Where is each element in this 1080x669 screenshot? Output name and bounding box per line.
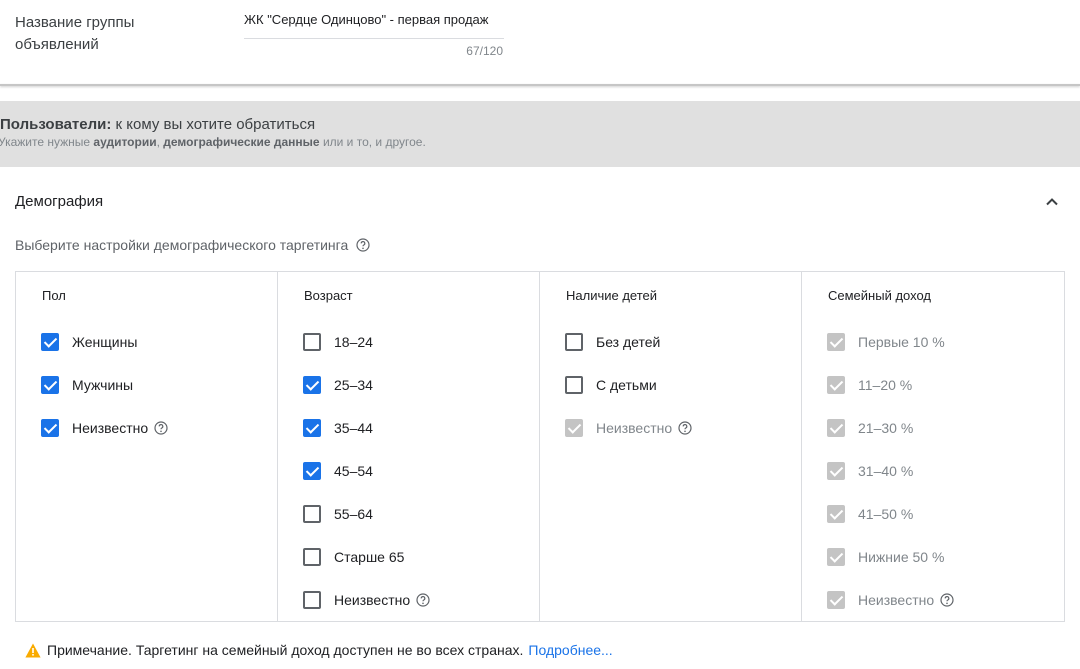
checkbox-checked <box>827 591 845 609</box>
column-age: Возраст 18–24 25–34 35–44 45–54 55–64 Старше 6… <box>278 272 540 621</box>
option-label: Мужчины <box>72 377 134 393</box>
checkbox-checked <box>565 419 583 437</box>
checkbox-unchecked[interactable] <box>565 333 583 351</box>
option-label: 41–50 % <box>858 506 914 522</box>
checkbox-option[interactable]: 35–44 <box>303 417 373 439</box>
users-title: Пользователи: к кому вы хотите обратитьс… <box>0 116 315 133</box>
checkbox-option[interactable]: 45–54 <box>303 460 373 482</box>
option-label: 18–24 <box>334 334 373 350</box>
option-label: 35–44 <box>334 420 373 436</box>
checkbox-unchecked[interactable] <box>303 591 321 609</box>
users-sub-pre: Укажите нужные <box>0 135 94 149</box>
option-label: Первые 10 % <box>858 334 945 350</box>
option-label: Женщины <box>72 334 138 350</box>
users-subtitle: Укажите нужные аудитории, демографически… <box>0 135 426 149</box>
checkbox-checked[interactable] <box>303 376 321 394</box>
learn-more-link[interactable]: Подробнее... <box>528 642 612 658</box>
question-circle-icon[interactable] <box>940 593 954 607</box>
checkbox-option: 11–20 % <box>827 374 912 396</box>
checkbox-unchecked[interactable] <box>565 376 583 394</box>
column-parental-status: Наличие детей Без детей С детьми Неизвестно <box>540 272 802 621</box>
option-label: Без детей <box>596 334 661 350</box>
checkbox-checked[interactable] <box>41 333 59 351</box>
checkbox-checked[interactable] <box>303 462 321 480</box>
checkbox-checked <box>827 548 845 566</box>
demography-grid: Пол Женщины Мужчины Неизвестно Возраст 18–24… <box>15 271 1065 622</box>
checkbox-option[interactable]: С детьми <box>565 374 657 396</box>
chevron-up-icon[interactable] <box>1042 192 1062 212</box>
question-circle-icon[interactable] <box>154 421 168 435</box>
demography-title: Демография <box>15 193 104 210</box>
checkbox-option[interactable]: 25–34 <box>303 374 373 396</box>
checkbox-unchecked[interactable] <box>303 548 321 566</box>
users-sub-post: или и то, и другое. <box>319 135 426 149</box>
option-label: Неизвестно <box>858 592 935 608</box>
users-title-bold: Пользователи: <box>0 116 112 133</box>
checkbox-checked[interactable] <box>303 419 321 437</box>
checkbox-unchecked[interactable] <box>303 333 321 351</box>
checkbox-option: Первые 10 % <box>827 331 945 353</box>
checkbox-checked[interactable] <box>41 419 59 437</box>
checkbox-option: Неизвестно <box>565 417 692 439</box>
option-label: 21–30 % <box>858 420 914 436</box>
ad-group-name-row: Название группы объявлений ЖК "Сердце Од… <box>0 0 1080 86</box>
option-label: Старше 65 <box>334 549 405 565</box>
checkbox-checked <box>827 419 845 437</box>
checkbox-option[interactable]: Женщины <box>41 331 137 353</box>
option-label: Нижние 50 % <box>858 549 945 565</box>
checkbox-option: Нижние 50 % <box>827 546 944 568</box>
column-header: Наличие детей <box>566 288 658 303</box>
users-section-header: Пользователи: к кому вы хотите обратитьс… <box>0 101 1080 167</box>
warning-triangle-icon <box>25 643 41 657</box>
income-note: Примечание. Таргетинг на семейный доход … <box>25 642 613 658</box>
users-title-rest: к кому вы хотите обратиться <box>111 116 316 133</box>
option-label: 25–34 <box>334 377 373 393</box>
checkbox-option: Неизвестно <box>827 589 954 611</box>
option-label: С детьми <box>596 377 657 393</box>
users-sub-demographics: демографические данные <box>163 135 320 149</box>
option-label: 55–64 <box>334 506 373 522</box>
checkbox-option: 41–50 % <box>827 503 913 525</box>
checkbox-option[interactable]: Без детей <box>565 331 660 353</box>
column-header: Семейный доход <box>828 288 931 303</box>
question-circle-icon[interactable] <box>678 421 692 435</box>
checkbox-checked <box>827 505 845 523</box>
checkbox-option[interactable]: 55–64 <box>303 503 373 525</box>
option-label: Неизвестно <box>334 592 411 608</box>
checkbox-checked[interactable] <box>41 376 59 394</box>
option-label: 11–20 % <box>858 377 913 393</box>
note-text: Примечание. Таргетинг на семейный доход … <box>47 642 524 658</box>
column-header: Возраст <box>304 288 353 303</box>
checkbox-option[interactable]: Неизвестно <box>41 417 168 439</box>
checkbox-option: 31–40 % <box>827 460 913 482</box>
column-gender: Пол Женщины Мужчины Неизвестно <box>16 272 278 621</box>
checkbox-option: 21–30 % <box>827 417 913 439</box>
checkbox-checked <box>827 333 845 351</box>
column-household-income: Семейный доход Первые 10 % 11–20 % 21–30 % 3… <box>802 272 1064 621</box>
checkbox-checked <box>827 376 845 394</box>
checkbox-option[interactable]: Неизвестно <box>303 589 430 611</box>
checkbox-option[interactable]: Старше 65 <box>303 546 404 568</box>
checkbox-unchecked[interactable] <box>303 505 321 523</box>
ad-group-name-label: Название группы объявлений <box>15 14 135 53</box>
option-label: 31–40 % <box>858 463 914 479</box>
demography-hint: Выберите настройки демографического тарг… <box>15 237 370 253</box>
question-circle-icon[interactable] <box>356 238 370 252</box>
column-header: Пол <box>42 288 66 303</box>
checkbox-option[interactable]: Мужчины <box>41 374 133 396</box>
option-label: 45–54 <box>334 463 373 479</box>
users-sub-audiences: аудитории <box>93 135 157 149</box>
char-counter: 67/120 <box>466 44 503 58</box>
ad-group-name-input[interactable]: ЖК "Сердце Одинцово" - первая продаж <box>244 10 504 39</box>
option-label: Неизвестно <box>596 420 673 436</box>
divider <box>0 84 1080 86</box>
demography-hint-text: Выберите настройки демографического тарг… <box>15 237 349 253</box>
option-label: Неизвестно <box>72 420 149 436</box>
checkbox-checked <box>827 462 845 480</box>
checkbox-option[interactable]: 18–24 <box>303 331 373 353</box>
question-circle-icon[interactable] <box>416 593 430 607</box>
